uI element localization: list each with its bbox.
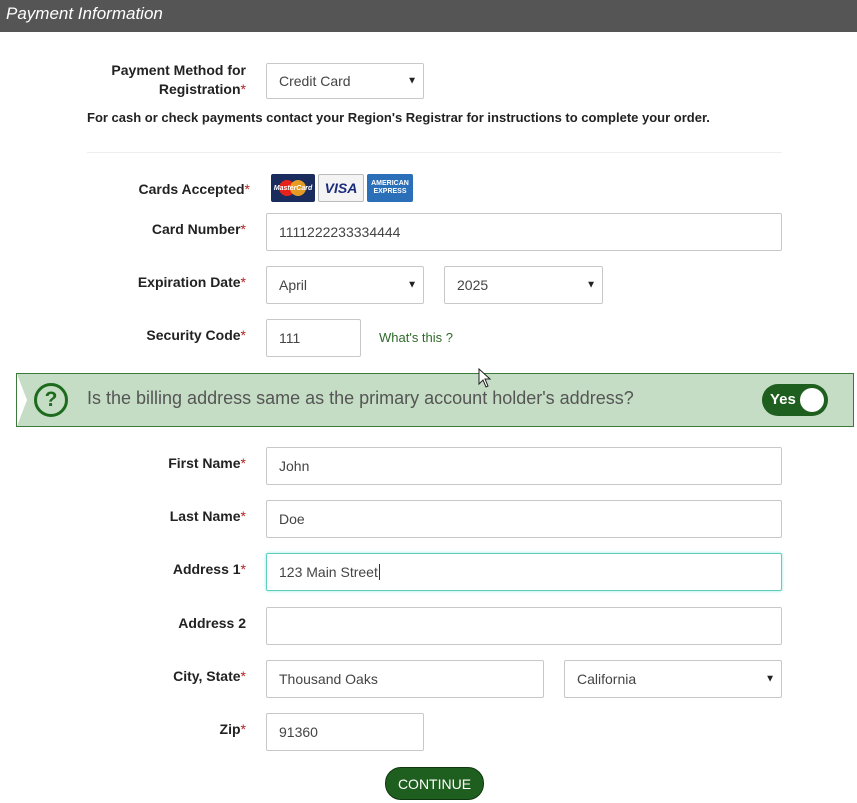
mastercard-text: MasterCard (273, 184, 313, 192)
toggle-knob (800, 388, 824, 412)
chevron-down-icon: ▼ (765, 673, 775, 685)
city-state-label: City, State* (173, 668, 246, 684)
city-state-label-text: City, State (173, 668, 241, 684)
toggle-label: Yes (770, 391, 796, 408)
address1-label-text: Address 1 (172, 561, 241, 577)
expiration-year-select[interactable]: 2025 ▼ (444, 266, 603, 304)
payment-method-value: Credit Card (279, 73, 351, 89)
security-code-label-text: Security Code (146, 327, 241, 343)
city-value: Thousand Oaks (279, 671, 378, 687)
last-name-input[interactable]: Doe (266, 500, 782, 538)
state-value: California (577, 671, 637, 687)
expiration-date-label: Expiration Date* (137, 274, 246, 290)
security-code-label: Security Code* (146, 327, 246, 343)
text-cursor (378, 564, 380, 580)
state-select[interactable]: California ▼ (564, 660, 782, 698)
address1-input[interactable]: 123 Main Street (266, 553, 782, 591)
page-title: Payment Information (6, 4, 163, 23)
first-name-input[interactable]: John (266, 447, 782, 485)
address2-label: Address 2 (100, 614, 246, 633)
visa-text: VISA (324, 180, 358, 196)
first-name-value: John (279, 458, 310, 474)
address1-label: Address 1* (172, 561, 246, 577)
expiration-month-select[interactable]: April ▼ (266, 266, 424, 304)
mouse-pointer-icon (478, 368, 492, 388)
payment-method-select[interactable]: Credit Card ▼ (266, 63, 424, 99)
address2-input[interactable] (266, 607, 782, 645)
first-name-label: First Name* (168, 455, 246, 471)
payment-method-label-text: Payment Method for Registration (111, 62, 246, 97)
card-number-value: 1111222233334444 (279, 224, 401, 240)
cards-accepted-label-text: Cards Accepted (138, 181, 245, 197)
zip-value: 91360 (279, 724, 318, 740)
page-header: Payment Information (0, 0, 857, 32)
security-code-value: 111 (279, 330, 301, 346)
zip-label-text: Zip (219, 721, 241, 737)
card-number-label: Card Number* (151, 221, 246, 237)
mastercard-icon: MasterCard (271, 174, 315, 202)
amex-text: AMERICAN EXPRESS (371, 180, 409, 195)
payment-note: For cash or check payments contact your … (87, 110, 710, 125)
continue-button[interactable]: CONTINUE (385, 767, 484, 800)
last-name-label: Last Name* (169, 508, 246, 524)
amex-icon: AMERICAN EXPRESS (367, 174, 413, 202)
address1-value: 123 Main Street (279, 564, 378, 580)
expiration-year-value: 2025 (457, 277, 489, 293)
cards-accepted-label: Cards Accepted* (138, 181, 250, 197)
billing-question-text: Is the billing address same as the prima… (87, 388, 634, 408)
security-code-input[interactable]: 111 (266, 319, 361, 357)
zip-label: Zip* (219, 721, 246, 737)
last-name-value: Doe (279, 511, 305, 527)
card-number-input[interactable]: 1111222233334444 (266, 213, 782, 251)
whats-this-link[interactable]: What's this ? (379, 330, 453, 345)
expiration-date-label-text: Expiration Date (137, 274, 241, 290)
city-input[interactable]: Thousand Oaks (266, 660, 544, 698)
question-icon: ? (34, 383, 68, 417)
address2-label-text: Address 2 (178, 615, 246, 631)
last-name-label-text: Last Name (169, 508, 241, 524)
visa-icon: VISA (318, 174, 364, 202)
zip-input[interactable]: 91360 (266, 713, 424, 751)
chevron-down-icon: ▼ (407, 279, 417, 291)
card-number-label-text: Card Number (151, 221, 241, 237)
banner-notch (17, 374, 27, 426)
chevron-down-icon: ▼ (407, 75, 417, 87)
billing-same-banner: ? Is the billing address same as the pri… (16, 373, 854, 427)
chevron-down-icon: ▼ (586, 279, 596, 291)
first-name-label-text: First Name (168, 455, 241, 471)
payment-method-label: Payment Method for Registration* (111, 62, 246, 97)
expiration-month-value: April (279, 277, 308, 293)
billing-same-toggle[interactable]: Yes (762, 384, 828, 416)
divider (87, 152, 782, 153)
